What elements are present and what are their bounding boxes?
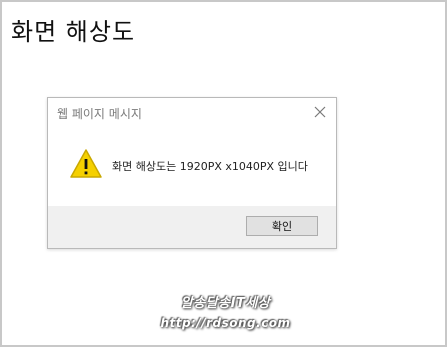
dialog-title: 웹 페이지 메시지 — [57, 107, 142, 121]
watermark-text: 알송달송IT세상 — [180, 296, 271, 311]
watermark-url: http://rdsong.com — [160, 316, 291, 330]
message-dialog: 웹 페이지 메시지 화면 해상도는 1920PX x1040PX 입니다 확인 — [47, 97, 337, 249]
warning-icon — [69, 148, 103, 180]
dialog-body: 화면 해상도는 1920PX x1040PX 입니다 — [48, 132, 336, 206]
ok-button[interactable]: 확인 — [246, 216, 318, 236]
page-title: 화면 해상도 — [11, 18, 136, 46]
close-icon[interactable] — [312, 104, 328, 120]
dialog-footer: 확인 — [48, 206, 336, 248]
dialog-message: 화면 해상도는 1920PX x1040PX 입니다 — [112, 160, 308, 173]
page-frame: 화면 해상도 웹 페이지 메시지 화면 해상도는 1920PX x1040PX … — [0, 0, 447, 347]
